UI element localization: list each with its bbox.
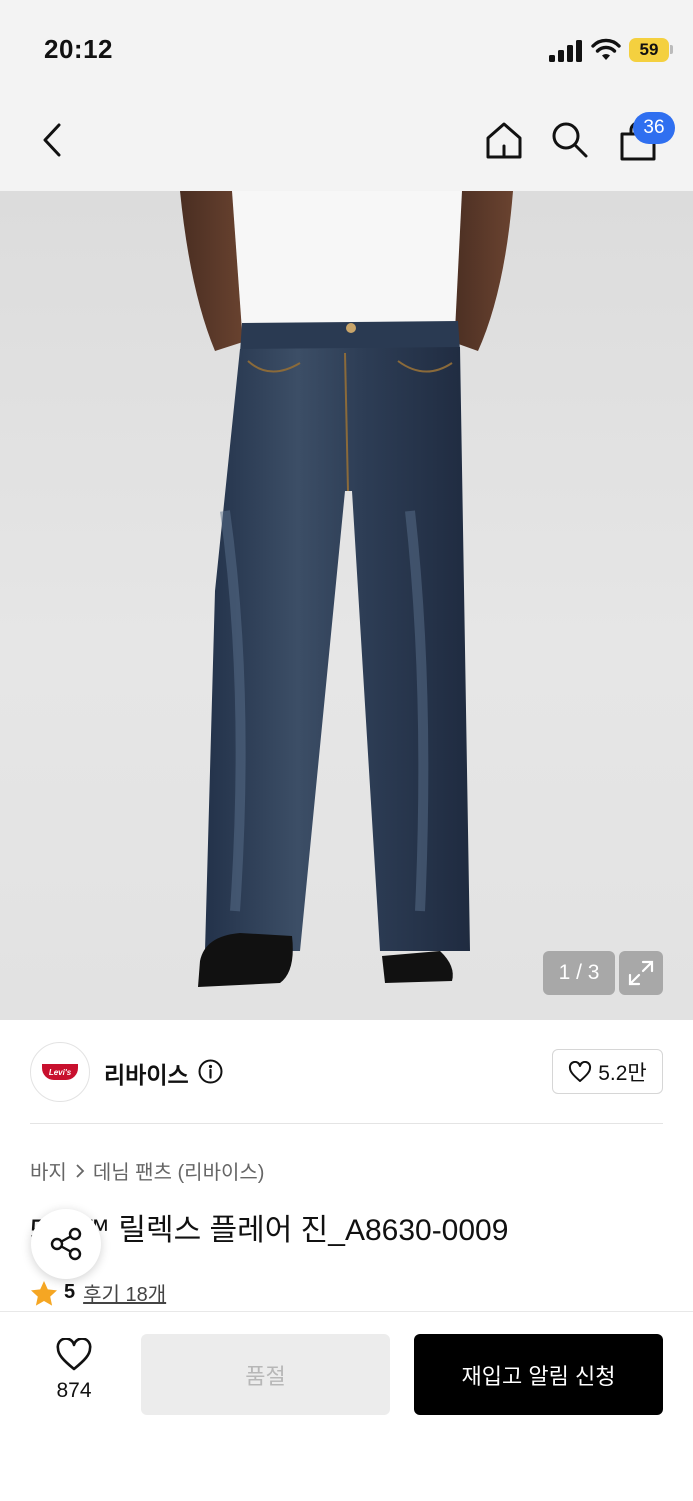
status-bar: 20:12 59 bbox=[0, 0, 693, 90]
search-icon bbox=[552, 122, 588, 158]
restock-alert-button[interactable]: 재입고 알림 신청 bbox=[414, 1334, 663, 1415]
battery-tip bbox=[670, 45, 673, 54]
home-button[interactable] bbox=[480, 116, 528, 164]
soldout-button: 품절 bbox=[141, 1334, 390, 1415]
cart-count-badge: 36 bbox=[633, 112, 675, 144]
brand-row: Levi's 리바이스 5.2만 bbox=[0, 1020, 693, 1124]
brand-like-button[interactable]: 5.2만 bbox=[552, 1049, 663, 1094]
status-time: 20:12 bbox=[44, 34, 113, 64]
product-title: 578™ 릴렉스 플레어 진_A8630-0009 bbox=[30, 1214, 509, 1247]
rating-row: 5 후기 18개 bbox=[30, 1278, 166, 1307]
wishlist-button[interactable]: 874 bbox=[38, 1337, 110, 1412]
breadcrumb-item[interactable]: 데님 팬츠 (리바이스) bbox=[93, 1156, 265, 1185]
top-navigation bbox=[0, 90, 693, 191]
divider bbox=[30, 1123, 663, 1124]
search-button[interactable] bbox=[546, 116, 594, 164]
wifi-icon bbox=[591, 38, 621, 60]
breadcrumb: 바지 데님 팬츠 (리바이스) bbox=[30, 1156, 264, 1185]
expand-image-button[interactable] bbox=[619, 951, 663, 995]
chevron-right-icon bbox=[76, 1163, 85, 1178]
home-icon bbox=[486, 122, 522, 159]
image-counter: 1 / 3 bbox=[543, 951, 615, 995]
share-button[interactable] bbox=[31, 1209, 101, 1279]
bottom-action-bar: 874 품절 재입고 알림 신청 bbox=[0, 1311, 693, 1501]
expand-icon bbox=[628, 960, 654, 986]
wishlist-count: 874 bbox=[56, 1379, 92, 1402]
rating-value: 5 bbox=[64, 1281, 76, 1303]
battery-icon: 59 bbox=[629, 38, 669, 62]
levis-logo: Levi's bbox=[42, 1064, 78, 1080]
share-icon bbox=[50, 1227, 82, 1261]
brand-name[interactable]: 리바이스 bbox=[104, 1056, 189, 1090]
product-photo bbox=[180, 191, 513, 987]
product-image[interactable] bbox=[0, 191, 693, 1020]
brand-logo[interactable]: Levi's bbox=[30, 1042, 90, 1102]
brand-like-count: 5.2만 bbox=[598, 1061, 647, 1085]
back-button[interactable] bbox=[30, 118, 74, 162]
heart-icon bbox=[56, 1337, 92, 1371]
signal-icon bbox=[549, 40, 582, 62]
review-link[interactable]: 후기 18개 bbox=[83, 1278, 166, 1307]
info-icon[interactable] bbox=[198, 1059, 223, 1084]
star-icon bbox=[31, 1280, 57, 1306]
heart-icon bbox=[569, 1060, 592, 1082]
back-icon bbox=[43, 123, 61, 157]
breadcrumb-item[interactable]: 바지 bbox=[30, 1156, 67, 1185]
